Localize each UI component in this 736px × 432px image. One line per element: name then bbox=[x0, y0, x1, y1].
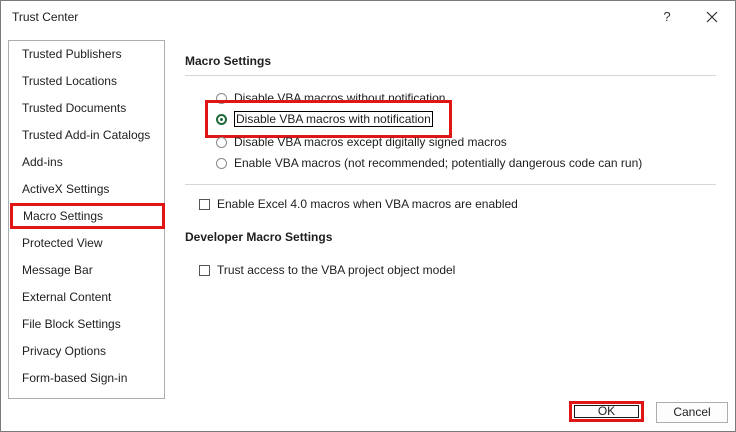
sidebar-item-external-content[interactable]: External Content bbox=[9, 284, 164, 310]
close-button[interactable] bbox=[701, 7, 723, 27]
developer-macro-settings-heading: Developer Macro Settings bbox=[185, 230, 333, 244]
radio-button-selected[interactable] bbox=[216, 113, 227, 125]
checkbox-trust-vba-project[interactable]: Trust access to the VBA project object m… bbox=[199, 261, 455, 279]
section-divider bbox=[185, 75, 716, 76]
sidebar-item-privacy-options[interactable]: Privacy Options bbox=[9, 338, 164, 364]
section-divider bbox=[185, 184, 716, 185]
radio-enable-all-macros[interactable]: Enable VBA macros (not recommended; pote… bbox=[216, 154, 642, 172]
help-button[interactable]: ? bbox=[657, 7, 677, 27]
sidebar-item-form-based-sign-in[interactable]: Form-based Sign-in bbox=[9, 365, 164, 391]
radio-disable-with-notification[interactable]: Disable VBA macros with notification bbox=[216, 110, 433, 128]
radio-button[interactable] bbox=[216, 157, 227, 169]
radio-label: Disable VBA macros with notification bbox=[234, 111, 433, 127]
checkbox-label: Enable Excel 4.0 macros when VBA macros … bbox=[217, 197, 518, 211]
cancel-button[interactable]: Cancel bbox=[656, 402, 728, 423]
checkbox[interactable] bbox=[199, 198, 210, 210]
title-bar: Trust Center ? bbox=[1, 1, 735, 33]
checkbox-enable-excel4-macros[interactable]: Enable Excel 4.0 macros when VBA macros … bbox=[199, 195, 518, 213]
radio-label: Disable VBA macros except digitally sign… bbox=[234, 135, 507, 149]
checkbox-label: Trust access to the VBA project object m… bbox=[217, 263, 456, 277]
sidebar-item-activex-settings[interactable]: ActiveX Settings bbox=[9, 176, 164, 202]
sidebar-item-message-bar[interactable]: Message Bar bbox=[9, 257, 164, 283]
category-sidebar: Trusted Publishers Trusted Locations Tru… bbox=[8, 40, 165, 399]
sidebar-item-trusted-locations[interactable]: Trusted Locations bbox=[9, 68, 164, 94]
settings-panel: Macro Settings Disable VBA macros withou… bbox=[185, 41, 717, 391]
window-title: Trust Center bbox=[12, 10, 79, 24]
radio-disable-except-signed[interactable]: Disable VBA macros except digitally sign… bbox=[216, 133, 507, 151]
ok-focus-ring bbox=[574, 405, 639, 418]
radio-label: Enable VBA macros (not recommended; pote… bbox=[234, 156, 643, 170]
sidebar-item-trusted-publishers[interactable]: Trusted Publishers bbox=[9, 41, 164, 67]
sidebar-item-file-block-settings[interactable]: File Block Settings bbox=[9, 311, 164, 337]
macro-settings-heading: Macro Settings bbox=[185, 54, 272, 68]
sidebar-item-trusted-add-in-catalogs[interactable]: Trusted Add-in Catalogs bbox=[9, 122, 164, 148]
sidebar-item-add-ins[interactable]: Add-ins bbox=[9, 149, 164, 175]
sidebar-item-trusted-documents[interactable]: Trusted Documents bbox=[9, 95, 164, 121]
sidebar-item-protected-view[interactable]: Protected View bbox=[9, 230, 164, 256]
close-icon bbox=[706, 11, 718, 23]
checkbox[interactable] bbox=[199, 264, 210, 276]
sidebar-item-macro-settings[interactable]: Macro Settings bbox=[10, 203, 165, 229]
radio-button[interactable] bbox=[216, 136, 227, 148]
trust-center-dialog: Trust Center ? Trusted Publishers Truste… bbox=[0, 0, 736, 432]
ok-button[interactable]: OK bbox=[569, 401, 644, 422]
